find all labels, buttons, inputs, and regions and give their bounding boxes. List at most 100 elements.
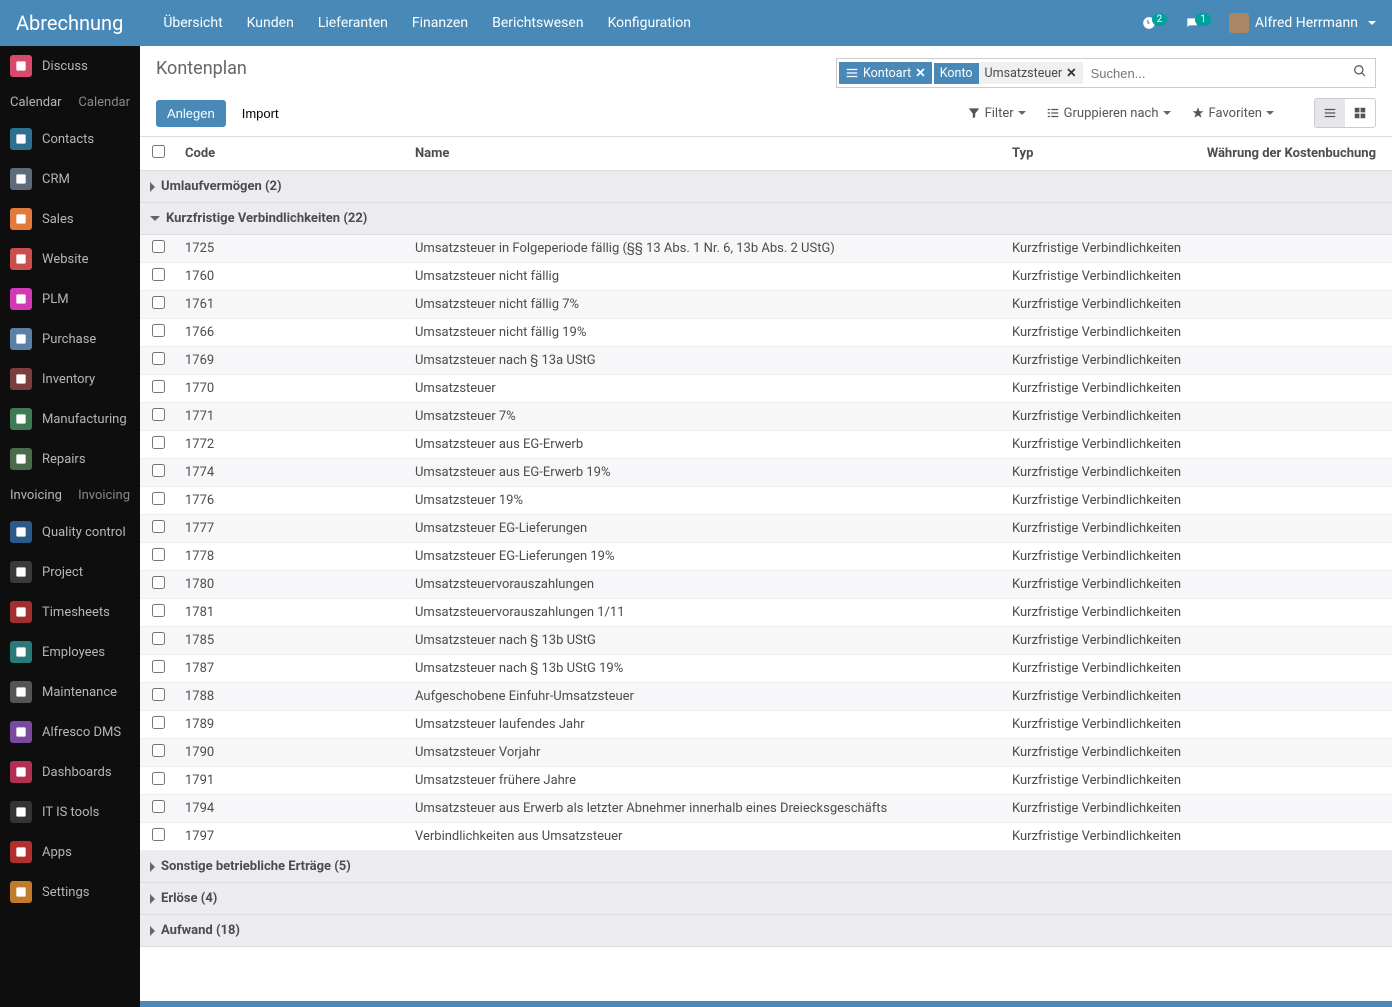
search-input[interactable] — [1083, 62, 1345, 85]
remove-facet-icon[interactable]: ✕ — [1066, 65, 1076, 81]
menu-finanzen[interactable]: Finanzen — [412, 15, 468, 31]
sidebar-item-dashboards[interactable]: Dashboards — [0, 752, 140, 792]
row-checkbox[interactable] — [152, 352, 165, 365]
row-checkbox[interactable] — [152, 828, 165, 841]
menu-berichtswesen[interactable]: Berichtswesen — [492, 15, 583, 31]
sidebar-item-sales[interactable]: Sales — [0, 199, 140, 239]
table-row[interactable]: 1789Umsatzsteuer laufendes JahrKurzfrist… — [140, 711, 1392, 739]
row-checkbox[interactable] — [152, 408, 165, 421]
chevron-right-icon — [150, 926, 155, 936]
facet-kontoart[interactable]: Kontoart ✕ — [839, 62, 932, 84]
sidebar-item-timesheets[interactable]: Timesheets — [0, 592, 140, 632]
sidebar-item-employees[interactable]: Employees — [0, 632, 140, 672]
sidebar-item-project[interactable]: Project — [0, 552, 140, 592]
row-checkbox[interactable] — [152, 268, 165, 281]
table-row[interactable]: 1771Umsatzsteuer 7%Kurzfristige Verbindl… — [140, 403, 1392, 431]
table-row[interactable]: 1797Verbindlichkeiten aus UmsatzsteuerKu… — [140, 823, 1392, 851]
create-button[interactable]: Anlegen — [156, 100, 226, 127]
row-checkbox[interactable] — [152, 324, 165, 337]
row-checkbox[interactable] — [152, 492, 165, 505]
header-name[interactable]: Name — [405, 137, 1002, 171]
filter-dropdown[interactable]: Filter — [967, 106, 1026, 121]
favorites-dropdown[interactable]: Favoriten — [1191, 106, 1274, 121]
row-checkbox[interactable] — [152, 744, 165, 757]
list-view-button[interactable] — [1315, 99, 1345, 127]
sidebar-item-it-is-tools[interactable]: IT IS tools — [0, 792, 140, 832]
table-row[interactable]: 1766Umsatzsteuer nicht fällig 19%Kurzfri… — [140, 319, 1392, 347]
row-checkbox[interactable] — [152, 436, 165, 449]
table-wrapper[interactable]: Code Name Typ Währung der Kostenbuchung … — [140, 136, 1392, 1001]
row-checkbox[interactable] — [152, 800, 165, 813]
group-row[interactable]: Erlöse (4) — [140, 883, 1392, 915]
table-row[interactable]: 1772Umsatzsteuer aus EG-ErwerbKurzfristi… — [140, 431, 1392, 459]
remove-facet-icon[interactable]: ✕ — [915, 65, 925, 81]
table-row[interactable]: 1769Umsatzsteuer nach § 13a UStGKurzfris… — [140, 347, 1392, 375]
sidebar-item-alfresco-dms[interactable]: Alfresco DMS — [0, 712, 140, 752]
menu-übersicht[interactable]: Übersicht — [163, 15, 222, 31]
table-row[interactable]: 1790Umsatzsteuer VorjahrKurzfristige Ver… — [140, 739, 1392, 767]
table-row[interactable]: 1760Umsatzsteuer nicht fälligKurzfristig… — [140, 263, 1392, 291]
table-row[interactable]: 1774Umsatzsteuer aus EG-Erwerb 19%Kurzfr… — [140, 459, 1392, 487]
table-row[interactable]: 1770UmsatzsteuerKurzfristige Verbindlich… — [140, 375, 1392, 403]
sidebar-item-crm[interactable]: CRM — [0, 159, 140, 199]
sidebar-item-purchase[interactable]: Purchase — [0, 319, 140, 359]
sidebar-item-quality-control[interactable]: Quality control — [0, 512, 140, 552]
header-currency[interactable]: Währung der Kostenbuchung — [1192, 137, 1392, 171]
group-row[interactable]: Sonstige betriebliche Erträge (5) — [140, 851, 1392, 883]
activities-button[interactable]: 2 — [1142, 16, 1168, 30]
sidebar-item-repairs[interactable]: Repairs — [0, 439, 140, 479]
table-row[interactable]: 1794Umsatzsteuer aus Erwerb als letzter … — [140, 795, 1392, 823]
table-row[interactable]: 1781Umsatzsteuervorauszahlungen 1/11Kurz… — [140, 599, 1392, 627]
row-checkbox[interactable] — [152, 240, 165, 253]
search-button[interactable] — [1345, 64, 1375, 82]
menu-kunden[interactable]: Kunden — [247, 15, 294, 31]
header-type[interactable]: Typ — [1002, 137, 1192, 171]
sidebar-item-discuss[interactable]: Discuss — [0, 46, 140, 86]
groupby-dropdown[interactable]: Gruppieren nach — [1046, 106, 1171, 121]
kanban-view-button[interactable] — [1345, 99, 1375, 127]
select-all-checkbox[interactable] — [152, 145, 165, 158]
table-row[interactable]: 1780UmsatzsteuervorauszahlungenKurzfrist… — [140, 571, 1392, 599]
menu-konfiguration[interactable]: Konfiguration — [608, 15, 691, 31]
table-row[interactable]: 1725Umsatzsteuer in Folgeperiode fällig … — [140, 235, 1392, 263]
import-button[interactable]: Import — [232, 101, 289, 126]
sidebar-item-settings[interactable]: Settings — [0, 872, 140, 912]
row-checkbox[interactable] — [152, 296, 165, 309]
table-row[interactable]: 1776Umsatzsteuer 19%Kurzfristige Verbind… — [140, 487, 1392, 515]
row-checkbox[interactable] — [152, 380, 165, 393]
sidebar-item-website[interactable]: Website — [0, 239, 140, 279]
table-row[interactable]: 1777Umsatzsteuer EG-LieferungenKurzfrist… — [140, 515, 1392, 543]
table-row[interactable]: 1791Umsatzsteuer frühere JahreKurzfristi… — [140, 767, 1392, 795]
sidebar-item-invoicing[interactable]: InvoicingInvoicing — [0, 479, 140, 512]
row-checkbox[interactable] — [152, 660, 165, 673]
table-row[interactable]: 1788Aufgeschobene Einfuhr-UmsatzsteuerKu… — [140, 683, 1392, 711]
header-code[interactable]: Code — [175, 137, 405, 171]
row-checkbox[interactable] — [152, 464, 165, 477]
sidebar-item-apps[interactable]: Apps — [0, 832, 140, 872]
row-checkbox[interactable] — [152, 520, 165, 533]
row-checkbox[interactable] — [152, 632, 165, 645]
table-row[interactable]: 1787Umsatzsteuer nach § 13b UStG 19%Kurz… — [140, 655, 1392, 683]
row-checkbox[interactable] — [152, 548, 165, 561]
group-row[interactable]: Umlaufvermögen (2) — [140, 171, 1392, 203]
group-row[interactable]: Aufwand (18) — [140, 915, 1392, 947]
sidebar-item-contacts[interactable]: Contacts — [0, 119, 140, 159]
sidebar-item-maintenance[interactable]: Maintenance — [0, 672, 140, 712]
table-row[interactable]: 1785Umsatzsteuer nach § 13b UStGKurzfris… — [140, 627, 1392, 655]
sidebar-item-manufacturing[interactable]: Manufacturing — [0, 399, 140, 439]
sidebar-item-calendar[interactable]: CalendarCalendar — [0, 86, 140, 119]
group-row[interactable]: Kurzfristige Verbindlichkeiten (22) — [140, 203, 1392, 235]
brand[interactable]: Abrechnung — [16, 11, 123, 35]
messages-button[interactable]: 1 — [1185, 16, 1211, 30]
table-row[interactable]: 1778Umsatzsteuer EG-Lieferungen 19%Kurzf… — [140, 543, 1392, 571]
row-checkbox[interactable] — [152, 576, 165, 589]
row-checkbox[interactable] — [152, 604, 165, 617]
menu-lieferanten[interactable]: Lieferanten — [318, 15, 388, 31]
row-checkbox[interactable] — [152, 688, 165, 701]
row-checkbox[interactable] — [152, 772, 165, 785]
row-checkbox[interactable] — [152, 716, 165, 729]
sidebar-item-inventory[interactable]: Inventory — [0, 359, 140, 399]
user-menu[interactable]: Alfred Herrmann — [1229, 13, 1376, 33]
sidebar-item-plm[interactable]: PLM — [0, 279, 140, 319]
table-row[interactable]: 1761Umsatzsteuer nicht fällig 7%Kurzfris… — [140, 291, 1392, 319]
